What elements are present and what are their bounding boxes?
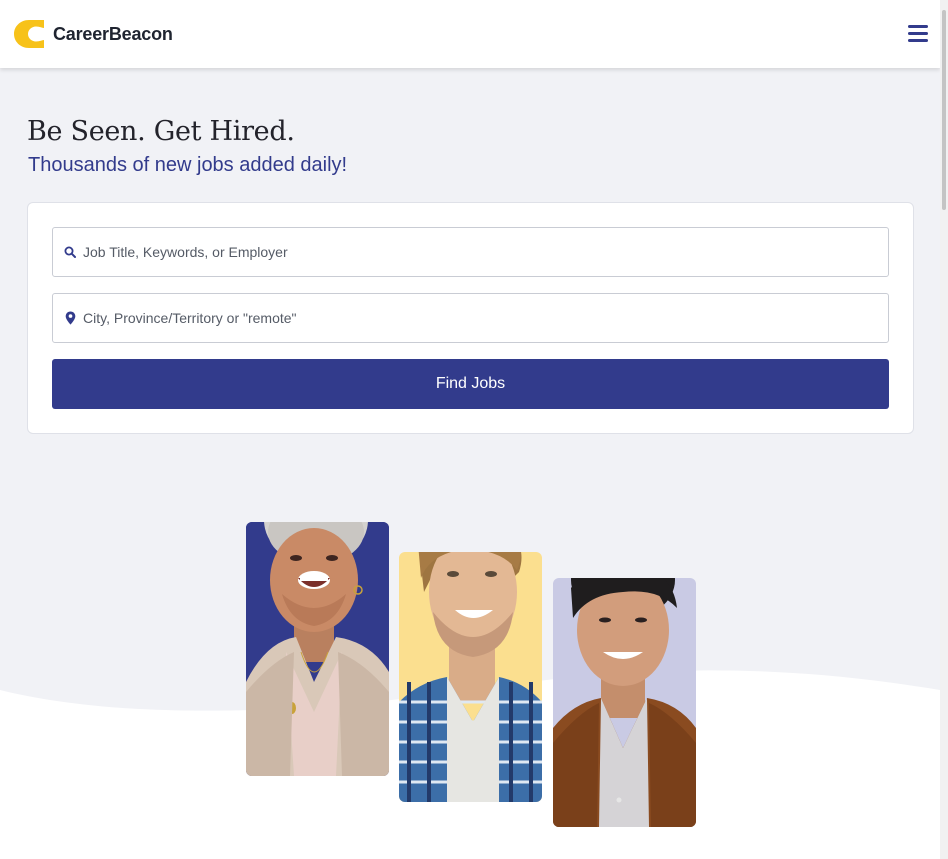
hamburger-menu-icon[interactable] [906, 22, 932, 46]
top-navigation-bar: CareerBeacon [0, 0, 940, 68]
keywords-field[interactable] [52, 227, 889, 277]
find-jobs-button[interactable]: Find Jobs [52, 359, 889, 409]
person-photo-young-man [399, 552, 542, 802]
search-icon [63, 245, 77, 259]
hero-headline: Be Seen. Get Hired. [27, 116, 295, 147]
brand-name: CareerBeacon [53, 23, 173, 44]
location-field[interactable] [52, 293, 889, 343]
hero-subheadline: Thousands of new jobs added daily! [28, 154, 348, 176]
location-input[interactable] [83, 310, 863, 326]
page-scrollbar[interactable] [940, 0, 948, 859]
job-search-card: Find Jobs [27, 202, 914, 434]
careerbeacon-logo-icon [14, 20, 44, 48]
map-pin-icon [63, 311, 77, 325]
person-photo-man [553, 578, 696, 827]
person-photo-woman [246, 522, 389, 776]
brand-logo[interactable]: CareerBeacon [12, 18, 173, 50]
scrollbar-thumb[interactable] [942, 10, 946, 210]
keywords-input[interactable] [83, 244, 863, 260]
